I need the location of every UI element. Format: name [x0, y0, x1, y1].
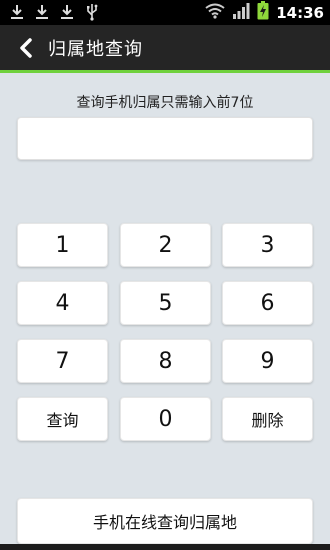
query-button[interactable]: 查询 [17, 397, 108, 441]
key-4[interactable]: 4 [17, 281, 108, 325]
key-9[interactable]: 9 [222, 339, 313, 383]
key-3[interactable]: 3 [222, 223, 313, 267]
status-bar: 14:36 [0, 0, 330, 25]
signal-icon [232, 2, 250, 23]
key-8[interactable]: 8 [120, 339, 211, 383]
wifi-icon [205, 3, 225, 23]
page-title: 归属地查询 [48, 38, 143, 60]
download-icon [60, 3, 74, 21]
action-bar: 归属地查询 [0, 25, 330, 73]
download-icon [35, 3, 49, 21]
key-6[interactable]: 6 [222, 281, 313, 325]
back-icon[interactable] [12, 34, 40, 62]
input-hint: 查询手机归属只需输入前7位 [76, 95, 254, 111]
key-0[interactable]: 0 [120, 397, 211, 441]
status-time: 14:36 [276, 3, 324, 22]
key-7[interactable]: 7 [17, 339, 108, 383]
key-5[interactable]: 5 [120, 281, 211, 325]
battery-charging-icon [257, 1, 269, 24]
status-left-icons [10, 3, 99, 21]
usb-icon [85, 3, 99, 21]
download-icon [10, 3, 24, 21]
key-1[interactable]: 1 [17, 223, 108, 267]
key-2[interactable]: 2 [120, 223, 211, 267]
status-right-icons: 14:36 [205, 0, 324, 25]
phone-number-input[interactable] [17, 117, 313, 160]
bottom-edge [0, 544, 330, 550]
online-query-button[interactable]: 手机在线查询归属地 [17, 498, 313, 544]
delete-button[interactable]: 删除 [222, 397, 313, 441]
